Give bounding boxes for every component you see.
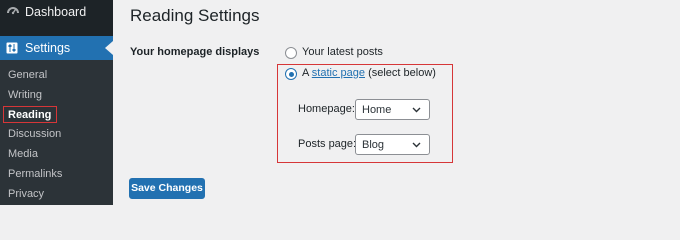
posts-page-label: Posts page: [298,138,357,150]
save-changes-button[interactable]: Save Changes [129,178,205,199]
submenu-item-general[interactable]: General [8,69,47,81]
submenu-item-discussion[interactable]: Discussion [8,128,61,140]
latest-posts-radio[interactable] [285,47,297,59]
submenu-item-writing[interactable]: Writing [8,89,42,101]
sidebar-item-label: Settings [25,41,71,55]
submenu-item-media[interactable]: Media [8,148,38,160]
latest-posts-label[interactable]: Your latest posts [302,46,383,58]
current-menu-arrow [105,41,113,55]
submenu-item-privacy[interactable]: Privacy [8,188,44,200]
posts-page-select-value: Blog [362,139,385,151]
dashboard-icon [7,7,19,15]
settings-icon [6,42,18,54]
reading-highlight-box [3,106,57,123]
admin-sidebar: Dashboard Settings General Writing Readi… [0,0,113,205]
chevron-down-icon [412,142,421,148]
homepage-select[interactable]: Home [355,99,430,120]
submenu-item-permalinks[interactable]: Permalinks [8,168,62,180]
sidebar-item-dashboard[interactable]: Dashboard [0,0,113,28]
homepage-displays-label: Your homepage displays [130,46,260,58]
homepage-label: Homepage: [298,103,355,115]
posts-page-select[interactable]: Blog [355,134,430,155]
sidebar-item-settings[interactable]: Settings [0,36,113,60]
chevron-down-icon [412,107,421,113]
sidebar-item-label: Dashboard [25,5,87,19]
page-title: Reading Settings [130,6,260,25]
homepage-select-value: Home [362,104,392,116]
